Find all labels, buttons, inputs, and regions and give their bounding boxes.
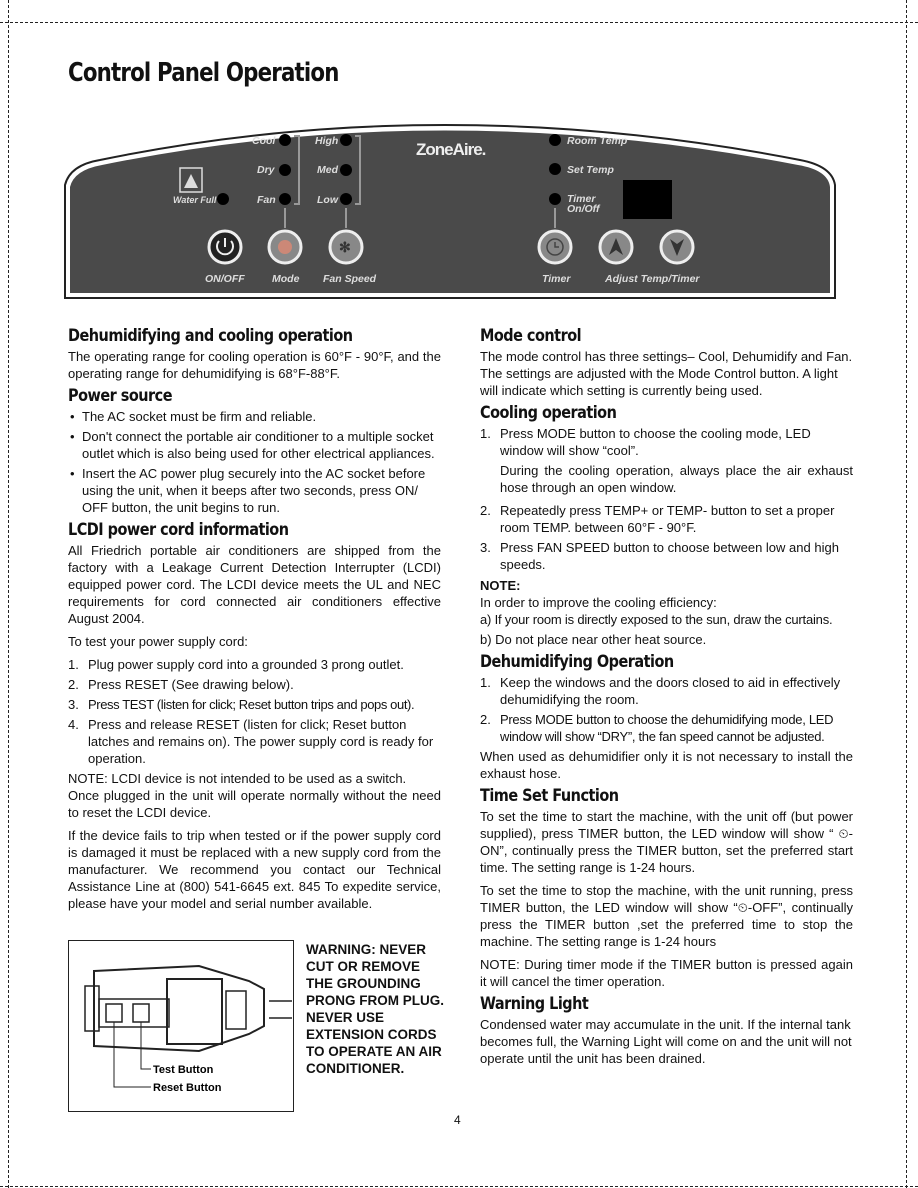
test-steps: 1. Plug power supply cord into a grounded…: [68, 656, 441, 767]
water-full-label: Water Full: [173, 195, 217, 205]
power-source-list: The AC socket must be firm and reliable.…: [68, 408, 441, 516]
fan-speed-button-label: Fan Speed: [323, 273, 377, 285]
test-button-label: Test Button: [153, 1064, 214, 1076]
mode-button-label: Mode: [272, 273, 300, 285]
mode-fan-label: Fan: [257, 194, 276, 206]
power-button[interactable]: [207, 229, 243, 265]
section-heading: Cooling operation: [480, 403, 617, 423]
paragraph: Condensed water may accumulate in the un…: [480, 1017, 852, 1066]
speed-med-label: Med: [317, 164, 339, 176]
list-item: 1. Keep the windows and the doors closed …: [480, 675, 841, 707]
paragraph: The mode control has three settings– Coo…: [480, 349, 853, 398]
list-item: 3. Press FAN SPEED button to choose betwe…: [480, 540, 839, 572]
timer-button-label: Timer: [542, 273, 571, 285]
list-item: Insert the AC power plug securely into t…: [68, 465, 441, 516]
list-item: 3. Press TEST (listen for click; Reset bu…: [68, 697, 415, 712]
room-temp-label: Room Temp: [567, 135, 628, 147]
paragraph: When used as dehumidifier only it is not…: [480, 749, 853, 781]
section-heading: Power source: [68, 386, 173, 406]
paragraph: To test your power supply cord:: [68, 634, 248, 649]
page-number: 4: [454, 1113, 461, 1127]
mode-dry-label: Dry: [257, 164, 276, 176]
list-item: a) If your room is directly exposed to t…: [480, 612, 833, 627]
section-heading: Dehumidifying Operation: [480, 652, 674, 672]
list-item: 2. Press RESET (See drawing below).: [68, 677, 294, 692]
section-heading: Warning Light: [480, 994, 589, 1014]
list-item: 2. Repeatedly press TEMP+ or TEMP- button…: [480, 503, 835, 535]
on-off-button-label: ON/OFF: [205, 273, 245, 285]
reset-button-label: Reset Button: [153, 1082, 222, 1094]
temp-up-button[interactable]: [598, 229, 634, 265]
cut-line: [0, 22, 918, 23]
page-title: Control Panel Operation: [68, 58, 339, 88]
svg-text:✻: ✻: [339, 239, 351, 255]
paragraph: All Friedrich portable air conditioners …: [68, 543, 441, 626]
adjust-button-label: Adjust Temp/Timer: [604, 273, 700, 285]
mode-button[interactable]: [267, 229, 303, 265]
list-item: Don't connect the portable air condition…: [68, 428, 441, 462]
section-heading: Dehumidifying and cooling operation: [68, 326, 353, 346]
section-heading: Mode control: [480, 326, 582, 346]
section-heading: LCDI power cord information: [68, 520, 289, 540]
cut-line: [8, 0, 9, 1188]
list-item: b) Do not place near other heat source.: [480, 632, 707, 647]
paragraph: The operating range for cooling operatio…: [68, 349, 441, 381]
list-item: The AC socket must be firm and reliable.: [68, 408, 441, 425]
speed-low-label: Low: [317, 194, 339, 206]
mode-cool-label: Cool: [252, 135, 276, 147]
water-full-led: [217, 193, 229, 205]
lcdi-plug-icon: Test Button Reset Button: [84, 964, 292, 1094]
warning-text: WARNING: NEVER CUT OR REMOVE THE GROUNDI…: [306, 942, 444, 1076]
paragraph: NOTE: During timer mode if the TIMER but…: [480, 957, 853, 989]
led-display: [623, 180, 672, 219]
list-item: 1. Press MODE button to choose the coolin…: [480, 426, 811, 458]
cooling-steps: 1. Press MODE button to choose the coolin…: [480, 425, 853, 459]
on-off-label: On/Off: [567, 203, 601, 215]
list-item: 4. Press and release RESET (listen for cl…: [68, 717, 434, 766]
dehumidify-steps: 1. Keep the windows and the doors closed …: [480, 674, 853, 745]
lcdi-plug-figure: Test Button Reset Button: [68, 940, 294, 1112]
speed-high-label: High: [315, 135, 338, 147]
cut-line: [906, 0, 907, 1188]
paragraph: To set the time to stop the machine, wit…: [480, 883, 853, 949]
paragraph: If the device fails to trip when tested …: [68, 828, 441, 911]
section-heading: Time Set Function: [480, 786, 619, 806]
control-panel-diagram: Water Full Cool Dry Fan High Med Low Zon…: [64, 124, 836, 299]
paragraph: Once plugged in the unit will operate no…: [68, 788, 441, 820]
cut-line: [0, 1186, 918, 1187]
list-item: 1. Plug power supply cord into a grounded…: [68, 657, 404, 672]
right-column: Mode control The mode control has three …: [480, 322, 853, 1073]
paragraph: During the cooling operation, always pla…: [500, 463, 853, 495]
note-label: NOTE:: [480, 578, 521, 593]
timer-button[interactable]: [537, 229, 573, 265]
brand-logo: ZoneAire.: [416, 140, 486, 159]
paragraph: In order to improve the cooling efficien…: [480, 595, 717, 610]
fan-speed-button[interactable]: ✻: [328, 229, 364, 265]
temp-down-button[interactable]: [659, 229, 695, 265]
list-item: 2. Press MODE button to choose the dehumi…: [480, 712, 834, 744]
paragraph: To set the time to start the machine, wi…: [480, 809, 853, 875]
set-temp-label: Set Temp: [567, 164, 614, 176]
left-column: Dehumidifying and cooling operation The …: [68, 322, 441, 918]
cooling-steps: 2. Repeatedly press TEMP+ or TEMP- button…: [480, 502, 853, 573]
paragraph: NOTE: LCDI device is not intended to be …: [68, 771, 407, 786]
